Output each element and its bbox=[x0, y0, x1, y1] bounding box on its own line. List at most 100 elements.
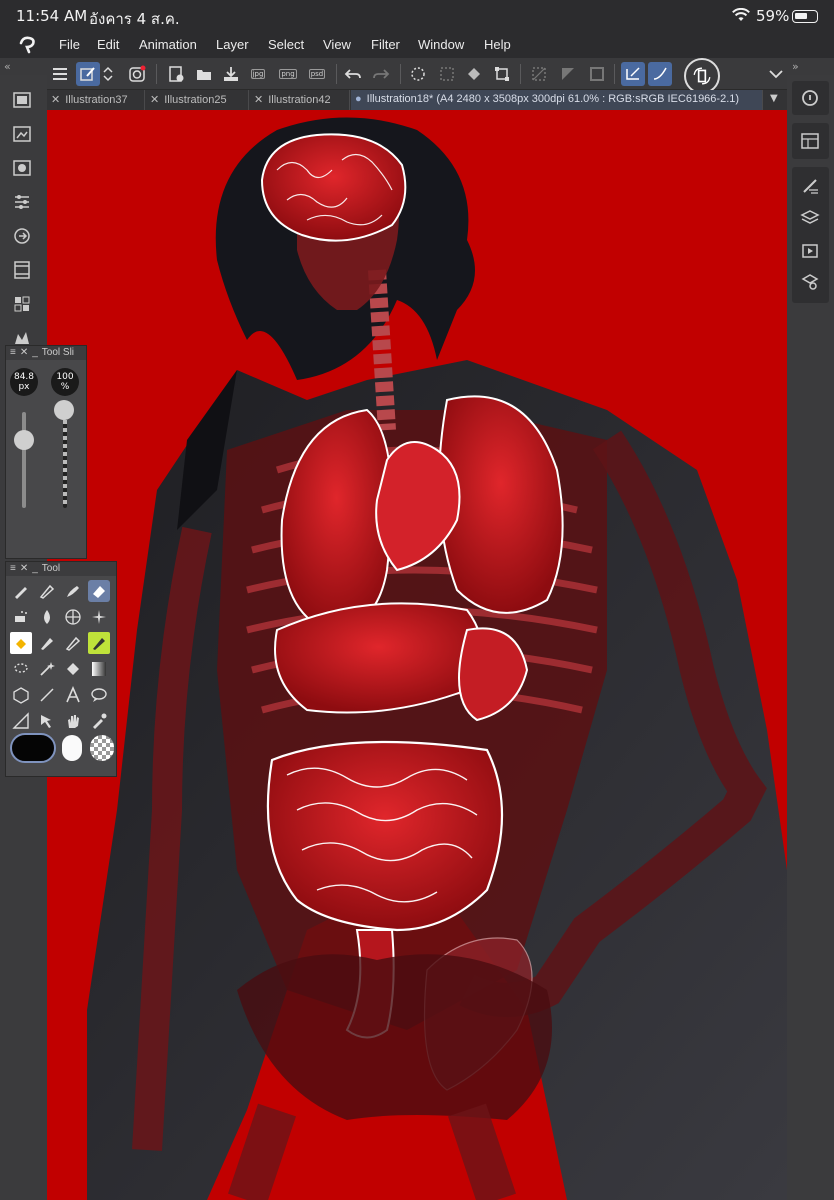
close-icon[interactable]: ✕ bbox=[20, 347, 28, 358]
rotate-canvas-icon[interactable] bbox=[684, 58, 720, 94]
balloon-tool-icon[interactable] bbox=[88, 684, 110, 706]
open-folder-icon[interactable] bbox=[192, 62, 216, 86]
collapse-right-icon[interactable]: » bbox=[792, 60, 799, 73]
undo-icon[interactable] bbox=[341, 62, 365, 86]
layer-search-icon[interactable] bbox=[799, 271, 821, 293]
animation-icon[interactable] bbox=[11, 225, 33, 247]
hamburger-menu-icon[interactable] bbox=[48, 62, 72, 86]
panel-menu-icon[interactable]: ≡ bbox=[10, 347, 16, 358]
material-icon[interactable] bbox=[11, 293, 33, 315]
menu-window[interactable]: Window bbox=[418, 37, 464, 52]
animation-cels-icon[interactable] bbox=[799, 239, 821, 261]
text-tool-icon[interactable] bbox=[62, 684, 84, 706]
menu-help[interactable]: Help bbox=[484, 37, 511, 52]
navigator-icon[interactable] bbox=[11, 123, 33, 145]
close-icon[interactable]: ✕ bbox=[254, 94, 263, 106]
minimize-icon[interactable]: _ bbox=[32, 347, 38, 358]
color-set-icon[interactable] bbox=[799, 130, 821, 152]
marker-tool-icon[interactable] bbox=[36, 632, 58, 654]
fill-bucket-tool-icon[interactable] bbox=[10, 632, 32, 654]
menu-view[interactable]: View bbox=[323, 37, 351, 52]
airbrush-tool-icon[interactable] bbox=[10, 606, 32, 628]
tab-illustration42[interactable]: ✕ Illustration42 bbox=[250, 90, 350, 110]
3d-object-tool-icon[interactable] bbox=[10, 684, 32, 706]
menu-select[interactable]: Select bbox=[268, 37, 304, 52]
close-icon[interactable]: ✕ bbox=[20, 563, 28, 574]
menu-animation[interactable]: Animation bbox=[139, 37, 197, 52]
eraser-tool-icon[interactable] bbox=[88, 580, 110, 602]
brush-size-icon[interactable] bbox=[799, 175, 821, 197]
menu-filter[interactable]: Filter bbox=[371, 37, 400, 52]
clear-selection-icon[interactable] bbox=[527, 62, 551, 86]
opacity-knob[interactable] bbox=[54, 400, 74, 420]
opacity-slider[interactable] bbox=[63, 412, 67, 508]
tab-illustration25[interactable]: ✕ Illustration25 bbox=[146, 90, 249, 110]
magic-wand-tool-icon[interactable] bbox=[36, 658, 58, 680]
chevron-down-icon[interactable] bbox=[764, 62, 788, 86]
tab-illustration37[interactable]: ✕ Illustration37 bbox=[47, 90, 145, 110]
close-icon[interactable]: ✕ bbox=[51, 94, 60, 106]
edit-mode-icon[interactable] bbox=[76, 62, 100, 86]
highlighter-tool-icon[interactable] bbox=[88, 632, 110, 654]
minimize-icon[interactable]: _ bbox=[32, 563, 38, 574]
transform-icon[interactable] bbox=[490, 62, 514, 86]
pen-tool-icon[interactable] bbox=[10, 580, 32, 602]
bucket-tool-icon[interactable] bbox=[62, 658, 84, 680]
status-date: อังคาร 4 ส.ค. bbox=[89, 10, 180, 28]
app-logo-icon[interactable] bbox=[17, 35, 39, 55]
grid-tool-icon[interactable] bbox=[62, 606, 84, 628]
brush-size-knob[interactable] bbox=[14, 430, 34, 450]
export-psd-button[interactable]: psd bbox=[305, 62, 329, 86]
right-panel-rail bbox=[787, 75, 834, 1200]
hand-tool-icon[interactable] bbox=[62, 710, 84, 732]
new-file-icon[interactable] bbox=[164, 62, 188, 86]
export-png-button[interactable]: png bbox=[276, 62, 300, 86]
decoration-tool-icon[interactable] bbox=[88, 606, 110, 628]
selection-border-icon[interactable] bbox=[585, 62, 609, 86]
fill-icon[interactable] bbox=[462, 62, 486, 86]
clip-studio-icon[interactable] bbox=[125, 62, 149, 86]
menu-file[interactable]: File bbox=[59, 37, 80, 52]
menu-layer[interactable]: Layer bbox=[216, 37, 249, 52]
line-tool-icon[interactable] bbox=[36, 684, 58, 706]
drawing-canvas[interactable] bbox=[47, 110, 787, 1200]
eyedropper-tool-icon[interactable] bbox=[88, 710, 110, 732]
blend-tool-icon[interactable] bbox=[36, 606, 58, 628]
redo-icon[interactable] bbox=[369, 62, 393, 86]
brush-size-slider[interactable] bbox=[22, 412, 26, 508]
updown-arrows-icon[interactable] bbox=[100, 62, 116, 86]
operation-tool-icon[interactable] bbox=[36, 710, 58, 732]
search-icon[interactable] bbox=[799, 87, 821, 109]
close-icon[interactable]: ✕ bbox=[150, 94, 159, 106]
ink-pen-tool-icon[interactable] bbox=[62, 632, 84, 654]
export-jpg-button[interactable]: jpg bbox=[246, 62, 270, 86]
panel-title: Tool Sli bbox=[41, 347, 75, 358]
lasso-tool-icon[interactable] bbox=[10, 658, 32, 680]
stabilizer-icon[interactable] bbox=[648, 62, 672, 86]
layers-icon[interactable] bbox=[799, 207, 821, 229]
save-icon[interactable] bbox=[219, 62, 243, 86]
loading-spinner-icon[interactable] bbox=[406, 62, 430, 86]
main-color-swatch[interactable] bbox=[10, 733, 56, 763]
sub-view-icon[interactable] bbox=[11, 157, 33, 179]
collapse-left-icon[interactable]: « bbox=[4, 60, 11, 73]
ruler-snap-icon[interactable] bbox=[621, 62, 645, 86]
ruler-tool-icon[interactable] bbox=[10, 710, 32, 732]
tool-property-icon[interactable] bbox=[11, 191, 33, 213]
pencil-tool-icon[interactable] bbox=[36, 580, 58, 602]
gradient-tool-icon[interactable] bbox=[88, 658, 110, 680]
brush-tool-icon[interactable] bbox=[62, 580, 84, 602]
tab-list-chevron-icon[interactable]: ▼ bbox=[770, 93, 778, 104]
layer-property-icon[interactable] bbox=[11, 89, 33, 111]
panel-menu-icon[interactable]: ≡ bbox=[10, 563, 16, 574]
tab-illustration18[interactable]: ● Illustration18* (A4 2480 x 3508px 300dp… bbox=[351, 90, 763, 110]
transparent-color-swatch[interactable] bbox=[90, 735, 114, 761]
ios-status-bar: 11:54 AM อังคาร 4 ส.ค. 59% bbox=[0, 0, 834, 32]
sub-color-swatch[interactable] bbox=[62, 735, 82, 761]
invert-selection-icon[interactable] bbox=[556, 62, 580, 86]
timeline-icon[interactable] bbox=[11, 259, 33, 281]
menu-edit[interactable]: Edit bbox=[97, 37, 119, 52]
select-all-icon[interactable] bbox=[435, 62, 459, 86]
close-icon[interactable]: ● bbox=[355, 93, 362, 105]
battery-icon bbox=[792, 10, 818, 23]
